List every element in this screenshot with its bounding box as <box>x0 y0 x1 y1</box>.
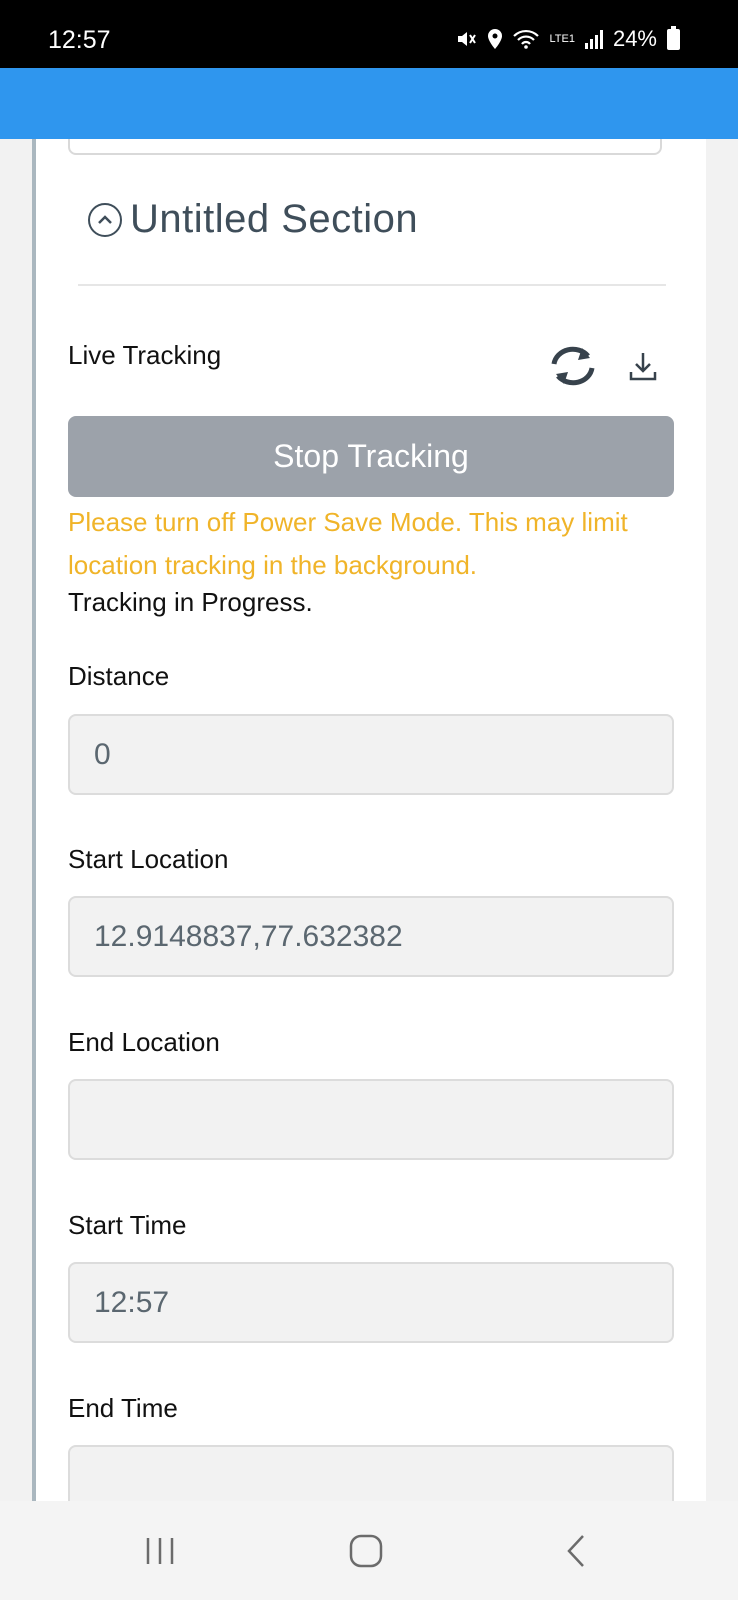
stop-tracking-button[interactable]: Stop Tracking <box>68 416 674 497</box>
live-tracking-actions <box>546 344 658 388</box>
collapse-chevron-icon[interactable] <box>88 202 122 237</box>
recent-apps-button[interactable] <box>140 1529 180 1573</box>
mute-icon <box>458 32 477 46</box>
network-type: LTE1 <box>549 32 575 45</box>
download-icon[interactable] <box>628 350 658 382</box>
recent-apps-icon <box>146 1538 174 1564</box>
end-location-field[interactable] <box>68 1079 674 1160</box>
distance-label: Distance <box>68 661 170 691</box>
back-icon <box>567 1535 584 1567</box>
app-bar <box>0 68 738 139</box>
end-time-label: End Time <box>68 1393 178 1423</box>
refresh-icon[interactable] <box>546 344 600 388</box>
home-button[interactable] <box>346 1529 386 1573</box>
back-button[interactable] <box>556 1529 596 1573</box>
signal-icon <box>584 29 603 49</box>
end-time-field[interactable] <box>68 1445 674 1501</box>
live-tracking-label: Live Tracking <box>68 340 222 370</box>
power-save-warning: Please turn off Power Save Mode. This ma… <box>68 507 628 580</box>
end-location-label: End Location <box>68 1027 220 1057</box>
status-bar: 12:57 LTE1 24% <box>0 0 738 68</box>
tracking-status: Tracking in Progress. <box>68 587 313 617</box>
start-time-field[interactable]: 12:57 <box>68 1262 674 1343</box>
form-content[interactable]: Untitled Section Live Tracking Stop Trac… <box>0 139 738 1501</box>
start-time-label: Start Time <box>68 1210 187 1240</box>
wifi-icon <box>513 29 540 49</box>
status-time: 12:57 <box>48 26 111 54</box>
location-icon <box>488 29 503 49</box>
home-icon <box>349 1534 383 1568</box>
distance-field[interactable]: 0 <box>68 714 674 795</box>
start-location-label: Start Location <box>68 844 229 874</box>
battery-icon <box>667 25 680 50</box>
system-nav-bar <box>0 1501 738 1600</box>
previous-field[interactable] <box>68 139 662 155</box>
divider <box>78 284 666 286</box>
battery-percent: 24% <box>612 26 657 51</box>
form-card: Untitled Section Live Tracking Stop Trac… <box>32 139 706 1501</box>
section-title: Untitled Section <box>130 197 419 241</box>
start-location-field[interactable]: 12.9148837,77.632382 <box>68 896 674 977</box>
section-header[interactable]: Untitled Section <box>88 197 418 242</box>
status-icons: LTE1 24% <box>455 25 680 52</box>
